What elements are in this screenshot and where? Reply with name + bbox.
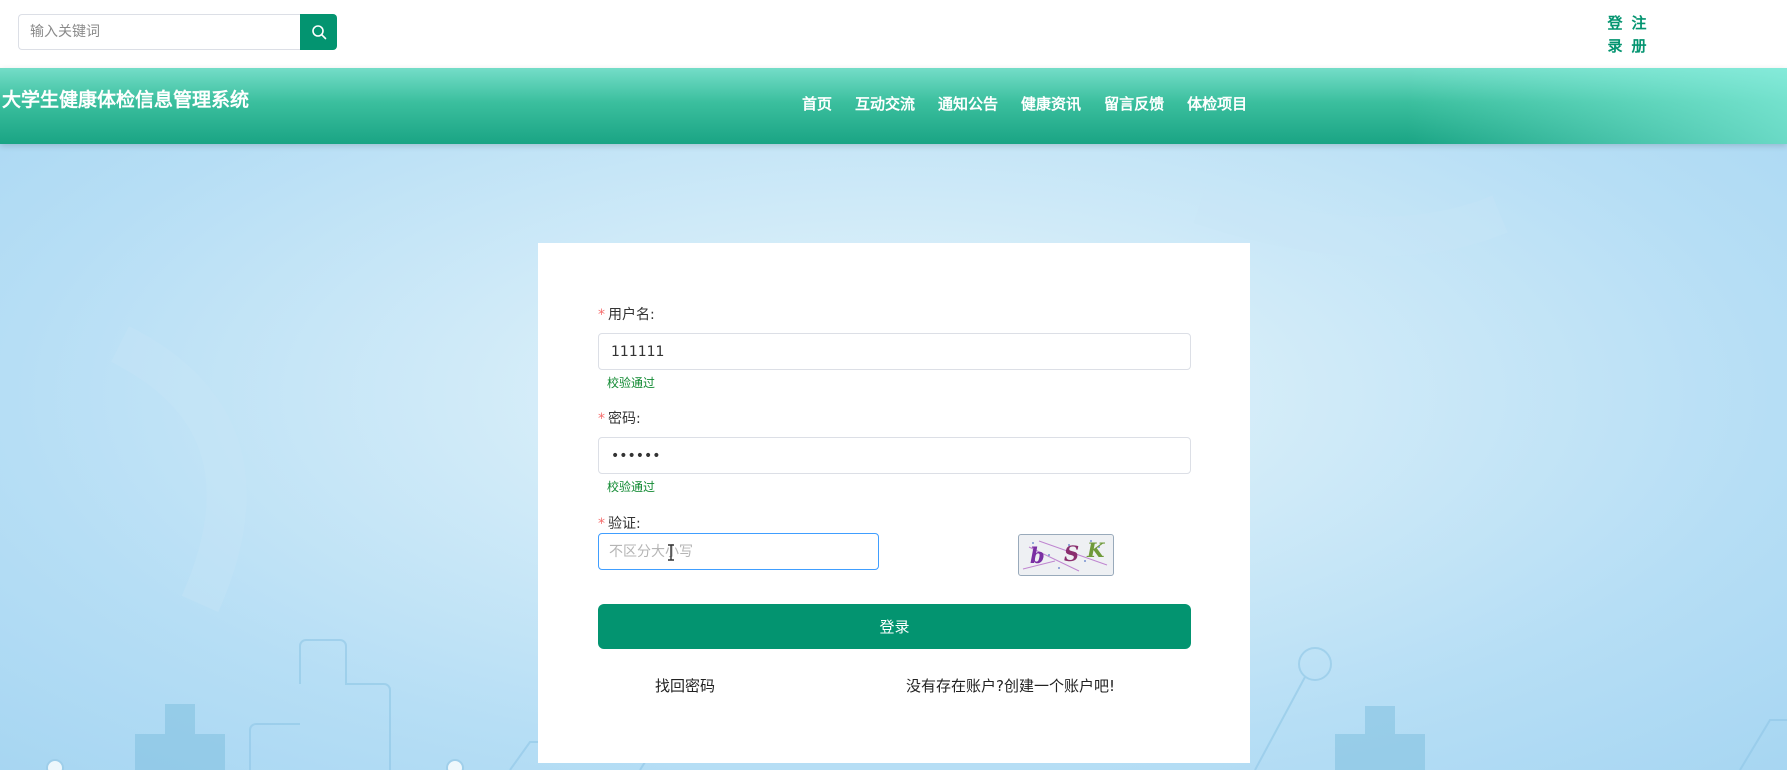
nav-item-notices[interactable]: 通知公告 (938, 93, 998, 114)
captcha-label: * 验证: (598, 513, 641, 533)
username-validation-status: 校验通过 (607, 376, 656, 390)
search-input[interactable] (18, 14, 300, 50)
nav-item-interaction[interactable]: 互动交流 (855, 93, 915, 114)
login-card: *用户名: 校验通过 *密码: 校验通过 *验证: b S K 登录 (538, 243, 1250, 763)
captcha-input[interactable] (598, 533, 879, 570)
forgot-password-link[interactable]: 找回密码 (655, 675, 715, 696)
register-link[interactable]: 注 册 (1628, 12, 1650, 58)
captcha-char: S (1064, 541, 1080, 566)
password-field[interactable] (598, 437, 1191, 474)
password-label-text: 密码: (608, 411, 641, 427)
captcha-image[interactable]: b S K (1018, 534, 1114, 576)
nav-item-feedback[interactable]: 留言反馈 (1104, 93, 1164, 114)
password-label: * 密码: (598, 408, 641, 428)
text-cursor-icon (668, 544, 674, 561)
nav-item-checkup-items[interactable]: 体检项目 (1187, 93, 1247, 114)
captcha-char: b (1030, 543, 1045, 568)
nav-item-health-news[interactable]: 健康资讯 (1021, 93, 1081, 114)
search-icon (311, 25, 326, 40)
captcha-char: K (1087, 538, 1105, 562)
required-marker: * (598, 411, 605, 427)
login-button[interactable]: 登录 (598, 604, 1191, 649)
login-link-char: 登 (1607, 14, 1623, 32)
register-link-char: 册 (1631, 37, 1647, 55)
username-field[interactable] (598, 333, 1191, 370)
login-link-char: 录 (1607, 37, 1623, 55)
username-label-text: 用户名: (608, 307, 655, 323)
captcha-label-text: 验证: (608, 516, 641, 532)
main-nav: 首页 互动交流 通知公告 健康资讯 留言反馈 体检项目 (802, 93, 1270, 114)
site-title: 大学生健康体检信息管理系统 (2, 89, 250, 111)
search-button[interactable] (300, 14, 337, 50)
login-link[interactable]: 登 录 (1604, 12, 1626, 58)
required-marker: * (598, 307, 605, 323)
header-bar: 大学生健康体检信息管理系统 首页 互动交流 通知公告 健康资讯 留言反馈 体检项… (0, 68, 1787, 144)
required-marker: * (598, 516, 605, 532)
nav-item-home[interactable]: 首页 (802, 93, 832, 114)
password-validation-status: 校验通过 (607, 480, 656, 494)
username-label: * 用户名: (598, 304, 655, 324)
register-link-char: 注 (1631, 14, 1647, 32)
top-bar: 登 录 注 册 (0, 0, 1787, 68)
create-account-link[interactable]: 没有存在账户?创建一个账户吧! (906, 675, 1115, 696)
